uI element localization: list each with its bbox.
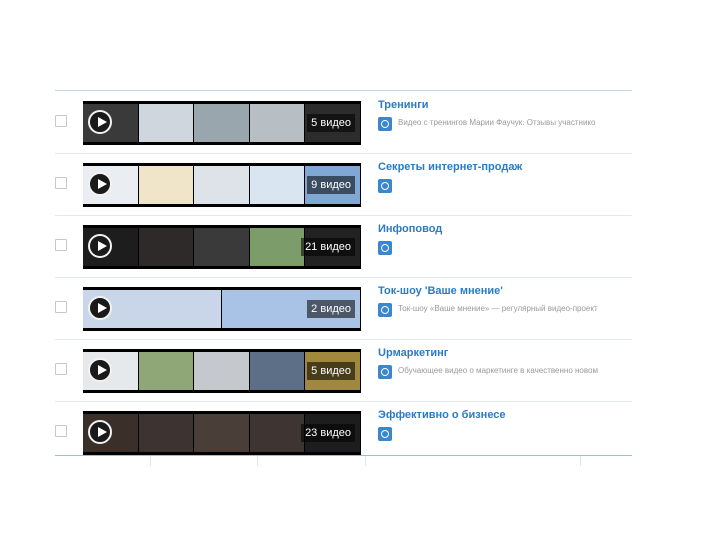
playlist-row[interactable]: 5 видео Upмаркетинг Обучающее видео о марк… [55,339,632,402]
playlist-thumbnail-strip[interactable]: 2 видео [83,287,361,331]
playlist-thumbnail-strip[interactable]: 21 видео [83,225,361,269]
playlist-description: Ток-шоу «Ваше мнение» — регулярный видео… [398,304,598,313]
playlist-thumbnail-strip[interactable]: 5 видео [83,349,361,393]
playlist-title-link[interactable]: Ток-шоу 'Ваше мнение' [378,285,503,297]
video-thumbnail [249,414,306,452]
column-divider [150,456,151,466]
globe-icon [378,117,392,131]
playlist-title-link[interactable]: Эффективно о бизнесе [378,409,506,421]
select-checkbox[interactable] [55,177,67,189]
column-divider [257,456,258,466]
video-count-badge: 9 видео [307,176,355,194]
playlist-description: Обучающее видео о маркетинге в качествен… [398,366,598,375]
column-divider [365,456,366,466]
play-icon[interactable] [88,110,112,134]
select-checkbox[interactable] [55,301,67,313]
column-divider [580,456,581,466]
video-thumbnail [249,104,306,142]
video-thumbnail [194,414,250,452]
video-count-badge: 21 видео [301,238,355,256]
playlist-title-link[interactable]: Upмаркетинг [378,347,448,359]
playlist-row[interactable]: 5 видео Тренинги Видео с тренингов Марии Ф… [55,91,632,154]
play-icon[interactable] [88,420,112,444]
video-thumbnail [194,228,250,266]
video-thumbnail [138,166,195,204]
globe-icon [378,241,392,255]
playlist-thumbnail-strip[interactable]: 5 видео [83,101,361,145]
globe-icon [378,303,392,317]
select-checkbox[interactable] [55,363,67,375]
playlist-title-link[interactable]: Инфоповод [378,223,442,235]
video-count-badge: 2 видео [307,300,355,318]
playlist-description: Видео с тренингов Марии Фаучук. Отзывы у… [398,118,596,127]
video-count-badge: 23 видео [301,424,355,442]
video-thumbnail [249,166,306,204]
globe-icon [378,179,392,193]
globe-icon [378,427,392,441]
video-thumbnail [194,104,250,142]
select-checkbox[interactable] [55,425,67,437]
playlist-thumbnail-strip[interactable]: 9 видео [83,163,361,207]
playlist-row[interactable]: 2 видео Ток-шоу 'Ваше мнение' Ток-шоу «Ваш… [55,277,632,340]
video-thumbnail [194,352,250,390]
video-thumbnail [138,414,195,452]
select-checkbox[interactable] [55,239,67,251]
playlist-title-link[interactable]: Секреты интернет-продаж [378,161,522,173]
globe-icon [378,365,392,379]
playlist-row[interactable]: 9 видео Секреты интернет-продаж [55,153,632,216]
video-thumbnail [138,104,195,142]
play-icon[interactable] [88,234,112,258]
playlist-row[interactable]: 23 видео Эффективно о бизнесе [55,401,632,463]
table-bottom-border [55,455,632,456]
select-checkbox[interactable] [55,115,67,127]
playlist-thumbnail-strip[interactable]: 23 видео [83,411,361,455]
play-icon[interactable] [88,296,112,320]
video-thumbnail [138,228,195,266]
video-thumbnail [249,228,306,266]
playlist-row[interactable]: 21 видео Инфоповод [55,215,632,278]
video-thumbnail [194,166,250,204]
play-icon[interactable] [88,358,112,382]
video-thumbnail [249,352,306,390]
play-icon[interactable] [88,172,112,196]
video-count-badge: 5 видео [307,114,355,132]
playlist-title-link[interactable]: Тренинги [378,99,429,111]
video-thumbnail [138,352,195,390]
video-count-badge: 5 видео [307,362,355,380]
